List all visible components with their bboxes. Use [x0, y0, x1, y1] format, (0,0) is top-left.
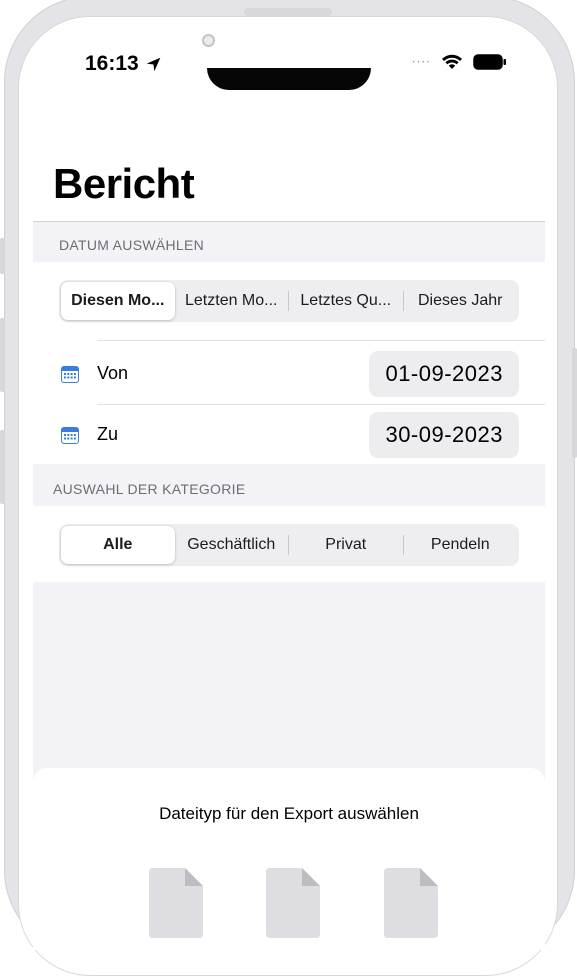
- wifi-icon: [442, 54, 462, 69]
- side-button: [0, 238, 5, 274]
- app-screen: 16:13 ···· Bericht DATUM AUSWÄHLEN Diese…: [33, 30, 545, 950]
- date-range-segmented-control: Diesen Mo... Letzten Mo... Letztes Qu...…: [59, 280, 519, 322]
- from-label: Von: [97, 363, 129, 383]
- location-arrow-icon: [146, 57, 161, 71]
- side-button: [0, 430, 5, 504]
- side-button: [572, 348, 577, 458]
- segment-this-year[interactable]: Dieses Jahr: [404, 282, 518, 320]
- page-title: Bericht: [53, 160, 195, 207]
- segment-last-month[interactable]: Letzten Mo...: [175, 282, 289, 320]
- segment-commute[interactable]: Pendeln: [404, 526, 518, 564]
- row-divider: [97, 340, 545, 341]
- calendar-icon: [61, 427, 79, 444]
- cellular-signal-icon: ····: [411, 55, 431, 69]
- notch: [207, 68, 371, 90]
- calendar-icon: [61, 366, 79, 383]
- document-icon[interactable]: [264, 868, 320, 938]
- segment-private[interactable]: Privat: [289, 526, 403, 564]
- category-card: Alle Geschäftlich Privat Pendeln: [33, 506, 545, 582]
- segment-all[interactable]: Alle: [61, 526, 175, 564]
- to-label: Zu: [97, 424, 119, 444]
- from-date-row: Von 01-09-2023: [33, 343, 545, 405]
- document-icon[interactable]: [147, 868, 203, 938]
- clock: 16:13: [85, 52, 139, 75]
- category-segmented-control: Alle Geschäftlich Privat Pendeln: [59, 524, 519, 566]
- export-sheet: Dateityp für den Export auswählen: [33, 768, 545, 950]
- date-section-header: DATUM AUSWÄHLEN: [59, 237, 205, 253]
- battery-icon: [473, 54, 506, 70]
- category-section-header: AUSWAHL DER KATEGORIE: [53, 481, 246, 497]
- document-icon[interactable]: [382, 868, 438, 938]
- status-indicators: ····: [412, 54, 507, 70]
- side-button: [0, 318, 5, 392]
- date-card: Diesen Mo... Letzten Mo... Letztes Qu...…: [33, 262, 545, 464]
- segment-this-month[interactable]: Diesen Mo...: [61, 282, 175, 320]
- export-title: Dateityp für den Export auswählen: [159, 804, 419, 823]
- navigation-header: 16:13 ···· Bericht: [33, 30, 545, 222]
- to-date-row: Zu 30-09-2023: [33, 404, 545, 466]
- status-time: 16:13: [85, 52, 162, 76]
- from-date-picker[interactable]: 01-09-2023: [369, 351, 519, 397]
- segment-last-quarter[interactable]: Letztes Qu...: [289, 282, 403, 320]
- front-camera: [202, 34, 215, 47]
- segment-business[interactable]: Geschäftlich: [175, 526, 289, 564]
- speaker-grille: [244, 8, 332, 16]
- to-date-picker[interactable]: 30-09-2023: [369, 412, 519, 458]
